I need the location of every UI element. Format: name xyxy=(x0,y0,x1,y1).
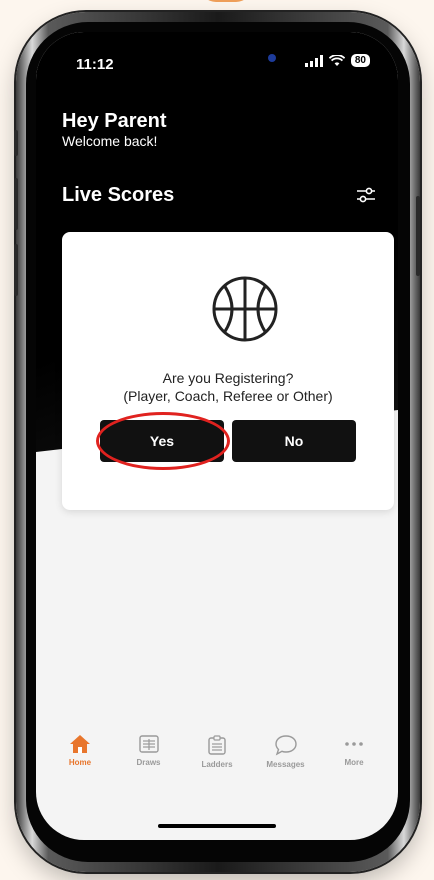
battery-indicator: 80 xyxy=(350,54,370,67)
registration-modal: Are you Registering? (Player, Coach, Ref… xyxy=(62,232,394,510)
wifi-icon xyxy=(328,54,345,66)
tab-ladders[interactable]: Ladders xyxy=(187,734,247,788)
bottom-tab-bar: Home Draws Ladders Messages More xyxy=(36,734,398,788)
side-button-power xyxy=(416,196,420,276)
draws-icon xyxy=(138,735,159,753)
tab-label-more: More xyxy=(344,758,364,767)
side-button-mute xyxy=(14,130,18,156)
registration-options-note: (Player, Coach, Referee or Other) xyxy=(123,388,333,404)
app-screen: 11:12 80 Hey Parent Welcome back! Live S… xyxy=(36,32,398,840)
tab-messages[interactable]: Messages xyxy=(256,734,316,788)
registration-question: Are you Registering? xyxy=(162,370,294,386)
side-button-volume-up xyxy=(14,178,18,230)
more-dots-icon xyxy=(345,742,363,746)
side-button-volume-down xyxy=(14,244,18,296)
front-camera xyxy=(268,54,276,62)
filter-icon[interactable] xyxy=(356,186,376,204)
tab-label-home: Home xyxy=(68,758,92,767)
chat-bubble-icon xyxy=(274,735,297,756)
tab-more[interactable]: More xyxy=(324,734,384,788)
tab-label-draws: Draws xyxy=(136,758,161,767)
tab-home[interactable]: Home xyxy=(50,734,110,788)
signal-icon xyxy=(304,54,323,67)
home-icon xyxy=(70,735,90,753)
no-button[interactable]: No xyxy=(232,420,356,462)
live-scores-heading: Live Scores xyxy=(62,184,175,206)
status-icons: 80 xyxy=(304,54,370,67)
tab-draws[interactable]: Draws xyxy=(119,734,179,788)
highlight-circle-annotation xyxy=(96,412,230,470)
tab-label-messages: Messages xyxy=(266,760,305,769)
home-indicator[interactable] xyxy=(158,824,276,828)
basketball-icon xyxy=(212,276,278,342)
greeting-title: Hey Parent xyxy=(62,110,167,132)
tab-label-ladders: Ladders xyxy=(201,760,233,769)
status-time: 11:12 xyxy=(76,56,114,73)
page-background-accent xyxy=(200,0,252,2)
ladders-icon xyxy=(208,735,226,755)
greeting-subtitle: Welcome back! xyxy=(62,133,158,149)
